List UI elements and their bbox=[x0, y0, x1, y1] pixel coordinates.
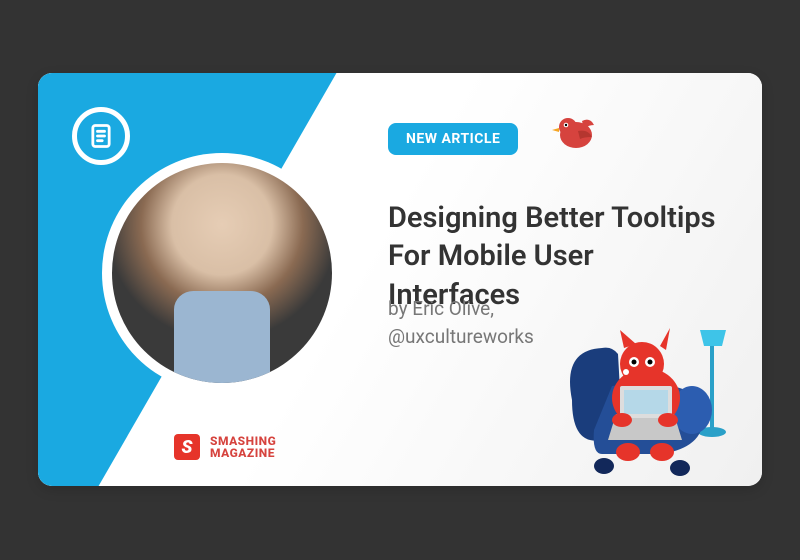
cat-mascot-icon bbox=[542, 290, 752, 480]
article-byline: by Eric Olive, @uxcultureworks bbox=[388, 295, 534, 350]
brand-line-2: MAGAZINE bbox=[210, 447, 276, 459]
author-name: by Eric Olive, bbox=[388, 297, 494, 320]
brand-wordmark: SMASHING MAGAZINE bbox=[210, 435, 276, 459]
bird-icon bbox=[548, 111, 600, 153]
author-handle: @uxcultureworks bbox=[388, 325, 534, 348]
brand-logo: SMASHING MAGAZINE bbox=[174, 434, 276, 460]
new-article-badge: NEW ARTICLE bbox=[388, 123, 518, 155]
author-avatar bbox=[112, 163, 332, 383]
author-avatar-ring bbox=[102, 153, 342, 393]
brand-mark-icon bbox=[174, 434, 200, 460]
article-card: NEW ARTICLE Designing Better Tooltips Fo… bbox=[38, 73, 762, 486]
document-icon bbox=[72, 107, 130, 165]
